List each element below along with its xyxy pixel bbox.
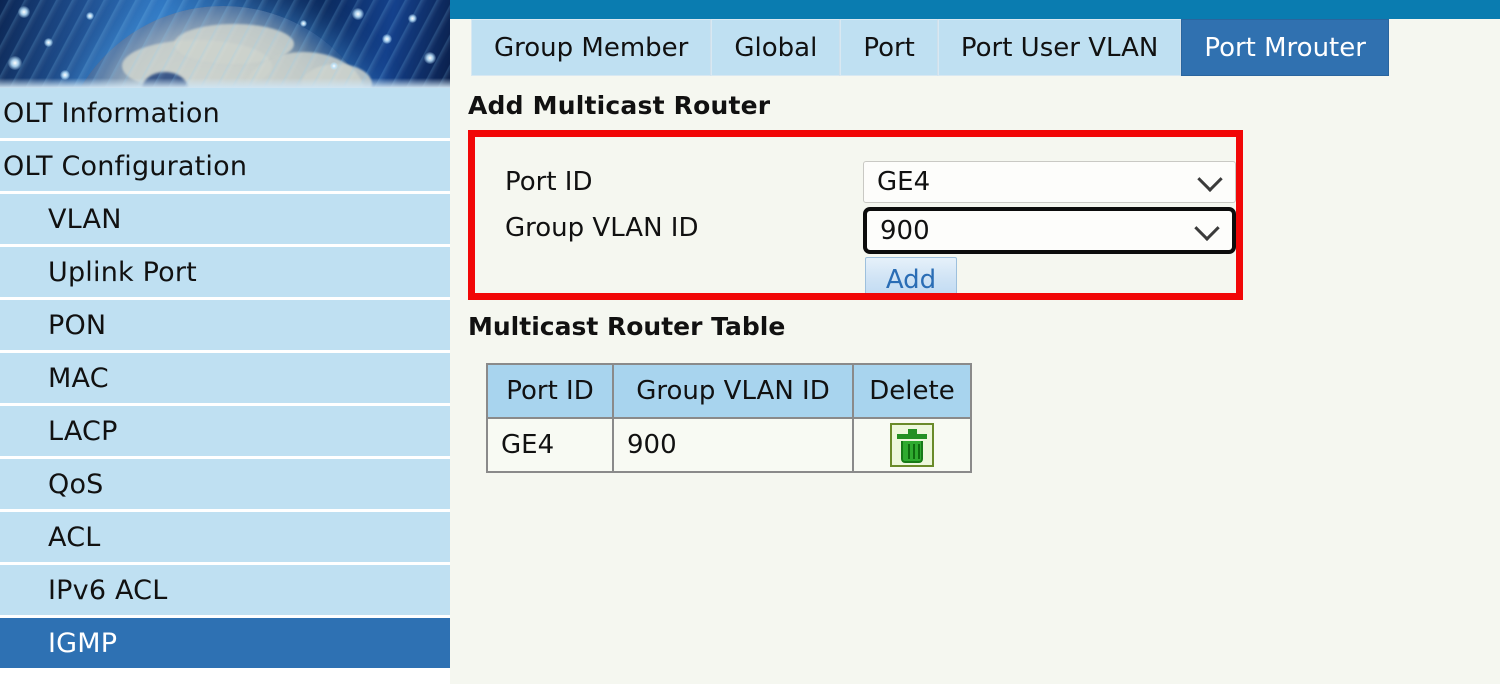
- add-button[interactable]: Add: [865, 257, 957, 293]
- add-button-row: Add: [505, 251, 1236, 293]
- group-vlan-id-label: Group VLAN ID: [505, 213, 699, 243]
- banner-globe-image: [0, 0, 450, 88]
- column-header-port-id: Port ID: [486, 363, 614, 419]
- sidebar-item-label: OLT Configuration: [3, 150, 248, 182]
- sidebar-item-label: VLAN: [48, 203, 122, 235]
- port-id-label: Port ID: [505, 167, 593, 197]
- group-vlan-id-row: Group VLAN ID 900: [505, 205, 1236, 254]
- sidebar-item-vlan[interactable]: VLAN: [0, 194, 450, 247]
- tab-label: Port User VLAN: [960, 32, 1159, 63]
- tab-label: Port Mrouter: [1204, 32, 1366, 63]
- sidebar-item-acl[interactable]: ACL: [0, 512, 450, 565]
- multicast-router-table: Port ID Group VLAN ID Delete GE4 900: [486, 363, 972, 473]
- cell-delete: [852, 417, 972, 473]
- column-header-group-vlan-id: Group VLAN ID: [612, 363, 854, 419]
- tab-port-user-vlan[interactable]: Port User VLAN: [937, 19, 1182, 76]
- tab-port[interactable]: Port: [840, 19, 938, 76]
- sidebar-item-label: IGMP: [48, 627, 118, 659]
- tab-label: Port: [863, 32, 915, 63]
- sidebar-item-olt-configuration[interactable]: OLT Configuration: [0, 141, 450, 194]
- multicast-router-table-title: Multicast Router Table: [468, 312, 786, 341]
- group-vlan-id-value: 900: [880, 215, 930, 246]
- tab-port-mrouter[interactable]: Port Mrouter: [1181, 19, 1389, 76]
- banner-fade: [0, 78, 450, 88]
- sidebar-item-label: Uplink Port: [48, 256, 197, 288]
- table-body: GE4 900: [486, 417, 972, 473]
- group-vlan-id-select[interactable]: 900: [863, 207, 1236, 254]
- sidebar-item-label: MAC: [48, 362, 109, 394]
- sidebar: OLT Information OLT Configuration VLAN Upli…: [0, 0, 450, 684]
- table-row: GE4 900: [486, 417, 972, 473]
- sidebar-item-lacp[interactable]: LACP: [0, 406, 450, 459]
- tab-group-member[interactable]: Group Member: [471, 19, 712, 76]
- tab-global[interactable]: Global: [711, 19, 841, 76]
- port-id-select[interactable]: GE4: [863, 161, 1236, 203]
- tab-label: Global: [734, 32, 818, 63]
- group-vlan-id-select-wrap: 900: [863, 207, 1236, 254]
- sidebar-item-igmp[interactable]: IGMP: [0, 618, 450, 671]
- content-area: Add Multicast Router Port ID GE4 Group V…: [450, 91, 1500, 473]
- sidebar-menu: OLT Information OLT Configuration VLAN Upli…: [0, 88, 450, 671]
- sidebar-item-label: IPv6 ACL: [48, 574, 168, 606]
- table-header-row: Port ID Group VLAN ID Delete: [486, 363, 972, 419]
- sidebar-item-label: LACP: [48, 415, 118, 447]
- column-header-delete: Delete: [852, 363, 972, 419]
- chevron-down-icon: [1197, 166, 1223, 193]
- sidebar-item-qos[interactable]: QoS: [0, 459, 450, 512]
- trash-icon[interactable]: [890, 423, 934, 467]
- sidebar-item-ipv6-acl[interactable]: IPv6 ACL: [0, 565, 450, 618]
- tab-label: Group Member: [494, 32, 689, 63]
- port-id-row: Port ID GE4: [505, 159, 1236, 205]
- main-content: Group Member Global Port Port User VLAN Port…: [450, 0, 1500, 684]
- sidebar-item-label: QoS: [48, 468, 104, 500]
- chevron-down-icon: [1194, 215, 1220, 241]
- sidebar-item-label: ACL: [48, 521, 101, 553]
- cell-port-id: GE4: [486, 417, 614, 473]
- sidebar-item-label: PON: [48, 309, 107, 341]
- add-multicast-router-title: Add Multicast Router: [468, 91, 771, 120]
- add-multicast-router-form: Port ID GE4 Group VLAN ID 900 Add: [468, 130, 1243, 300]
- top-header-bar: [450, 0, 1500, 19]
- sidebar-item-uplink-port[interactable]: Uplink Port: [0, 247, 450, 300]
- olt-web-management-page: OLT Information OLT Configuration VLAN Upli…: [0, 0, 1500, 684]
- port-id-select-wrap: GE4: [863, 161, 1236, 203]
- sidebar-item-mac[interactable]: MAC: [0, 353, 450, 406]
- port-id-value: GE4: [877, 167, 931, 197]
- tab-bar: Group Member Global Port Port User VLAN Port…: [450, 19, 1500, 91]
- sidebar-item-pon[interactable]: PON: [0, 300, 450, 353]
- cell-group-vlan-id: 900: [612, 417, 854, 473]
- sidebar-item-label: OLT Information: [3, 97, 220, 129]
- sidebar-item-olt-information[interactable]: OLT Information: [0, 88, 450, 141]
